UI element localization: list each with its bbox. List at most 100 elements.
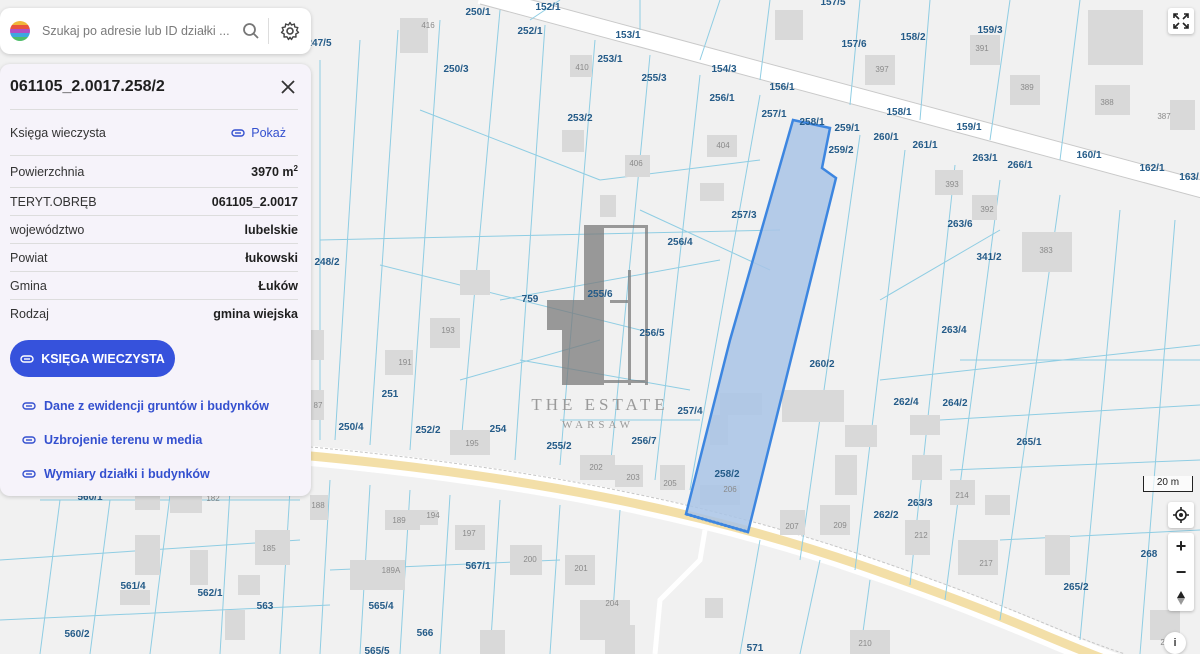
parcel-number-label: 156/1: [769, 82, 794, 93]
building-number-label: 217: [979, 559, 993, 568]
parcel-number-label: 257/4: [677, 406, 702, 417]
building-number-label: 189: [392, 516, 406, 525]
building-number-label: 416: [421, 21, 435, 30]
chain-link-icon: [22, 470, 36, 478]
zoom-controls: + −: [1168, 533, 1194, 611]
building-number-label: 214: [955, 491, 969, 500]
parcel-number-label: 260/2: [809, 359, 834, 370]
search-icon[interactable]: [240, 20, 262, 42]
building-number-label: 201: [574, 564, 588, 573]
parcel-number-label: 255/6: [587, 289, 612, 300]
cadastre-data-link[interactable]: Dane z ewidencji gruntów i budynków: [10, 389, 298, 423]
parcel-number-label: 264/2: [942, 398, 967, 409]
land-register-button-label: KSIĘGA WIECZYSTA: [41, 351, 165, 366]
chain-link-icon: [22, 436, 36, 444]
parcel-number-label: 265/1: [1016, 437, 1041, 448]
parcel-number-label: 571: [747, 643, 764, 654]
locate-icon: [1173, 507, 1189, 523]
attr-label: Rodzaj: [10, 307, 49, 321]
fullscreen-icon: [1173, 13, 1189, 29]
scale-bar: 20 m: [1143, 476, 1193, 492]
building-number-label: 188: [311, 501, 325, 510]
parcel-number-label: 157/5: [820, 0, 845, 8]
attr-value: łukowski: [245, 250, 298, 265]
building-number-label: 203: [626, 473, 640, 482]
building-number-label: 393: [945, 180, 959, 189]
attribution-info-button[interactable]: i: [1164, 632, 1186, 654]
link-label: Dane z ewidencji gruntów i budynków: [44, 399, 270, 413]
parcel-number-label: 256/7: [631, 436, 656, 447]
building-number-label: 207: [785, 522, 799, 531]
gear-icon[interactable]: [279, 20, 301, 42]
building-number-label: 209: [833, 521, 847, 530]
parcel-number-label: 253/2: [567, 113, 592, 124]
parcel-number-label: 152/1: [535, 2, 560, 13]
parcel-number-label: 563: [257, 601, 274, 612]
parcel-id-title: 061105_2.0017.258/2: [10, 77, 165, 95]
building-number-label: 189A: [382, 566, 401, 575]
parcel-number-label: 560/2: [64, 629, 89, 640]
parcel-number-label: 341/2: [976, 252, 1001, 263]
parcel-number-label: 157/6: [841, 39, 866, 50]
link-label: Wymiary działki i budynków: [44, 467, 210, 481]
building-number-label: 383: [1039, 246, 1053, 255]
land-register-button[interactable]: KSIĘGA WIECZYSTA: [10, 340, 175, 377]
watermark-line1: THE ESTATE: [531, 395, 668, 414]
attr-label: województwo: [10, 222, 85, 237]
compass-button[interactable]: [1168, 585, 1194, 611]
show-link-label: Pokaż: [251, 125, 286, 140]
search-separator: [268, 18, 269, 44]
parcel-number-label: 263/4: [941, 325, 966, 336]
parcel-number-label: 162/1: [1139, 163, 1164, 174]
land-register-label: Księga wieczysta: [10, 125, 106, 140]
building-number-label: 392: [980, 205, 994, 214]
show-land-register-link[interactable]: Pokaż: [231, 126, 286, 140]
attr-label: Gmina: [10, 278, 47, 293]
parcel-number-label: 253/1: [597, 54, 622, 65]
building-number-label: 406: [629, 159, 643, 168]
building-number-label: 410: [575, 63, 589, 72]
attr-row-teryt: TERYT.OBRĘB 061105_2.0017: [10, 188, 298, 216]
parcel-number-label: 262/2: [873, 510, 898, 521]
utilities-link[interactable]: Uzbrojenie terenu w media: [10, 423, 298, 457]
chain-link-icon: [22, 402, 36, 410]
land-register-row: Księga wieczysta Pokaż: [10, 110, 298, 156]
parcel-number-label: 759: [522, 294, 539, 305]
building-number-label: 205: [663, 479, 677, 488]
parcel-number-label: 158/1: [886, 107, 911, 118]
close-icon[interactable]: [278, 77, 298, 97]
building-number-label: 388: [1100, 98, 1114, 107]
parcel-number-label: 266/1: [1007, 160, 1032, 171]
attr-row-county: Powiat łukowski: [10, 244, 298, 272]
parcel-number-label: 250/3: [443, 64, 468, 75]
parcel-number-label: 561/4: [120, 581, 145, 592]
parcel-number-label: 154/3: [711, 64, 736, 75]
building-number-label: 212: [914, 531, 928, 540]
attr-label: Powiat: [10, 250, 48, 265]
link-icon: [231, 128, 245, 137]
parcel-number-label: 257/1: [761, 109, 786, 120]
parcel-number-label: 159/3: [977, 25, 1002, 36]
fullscreen-button[interactable]: [1168, 8, 1194, 34]
building-number-label: 404: [716, 141, 730, 150]
locate-button[interactable]: [1168, 502, 1194, 528]
search-input[interactable]: Szukaj po adresie lub ID działki ...: [42, 24, 240, 38]
dimensions-link[interactable]: Wymiary działki i budynków: [10, 457, 298, 491]
parcel-number-label: 259/2: [828, 145, 853, 156]
building-number-label: 210: [858, 639, 872, 648]
parcel-number-label: 254: [490, 424, 507, 435]
parcel-info-panel: 061105_2.0017.258/2 Księga wieczysta Pok…: [0, 64, 311, 496]
parcel-number-label: 250/4: [338, 422, 363, 433]
parcel-number-label: 251: [382, 389, 399, 400]
building-number-label: 204: [605, 599, 619, 608]
parcel-number-label: 159/1: [956, 122, 981, 133]
parcel-number-label: 252/1: [517, 26, 542, 37]
attr-label: TERYT.OBRĘB: [10, 194, 97, 209]
zoom-in-button[interactable]: +: [1168, 533, 1194, 559]
attr-label: Powierzchnia: [10, 164, 85, 179]
parcel-number-label: 158/2: [900, 32, 925, 43]
parcel-number-label: 252/2: [415, 425, 440, 436]
parcel-number-label: 263/6: [947, 219, 972, 230]
zoom-out-button[interactable]: −: [1168, 559, 1194, 585]
attr-value: gmina wiejska: [213, 307, 298, 321]
